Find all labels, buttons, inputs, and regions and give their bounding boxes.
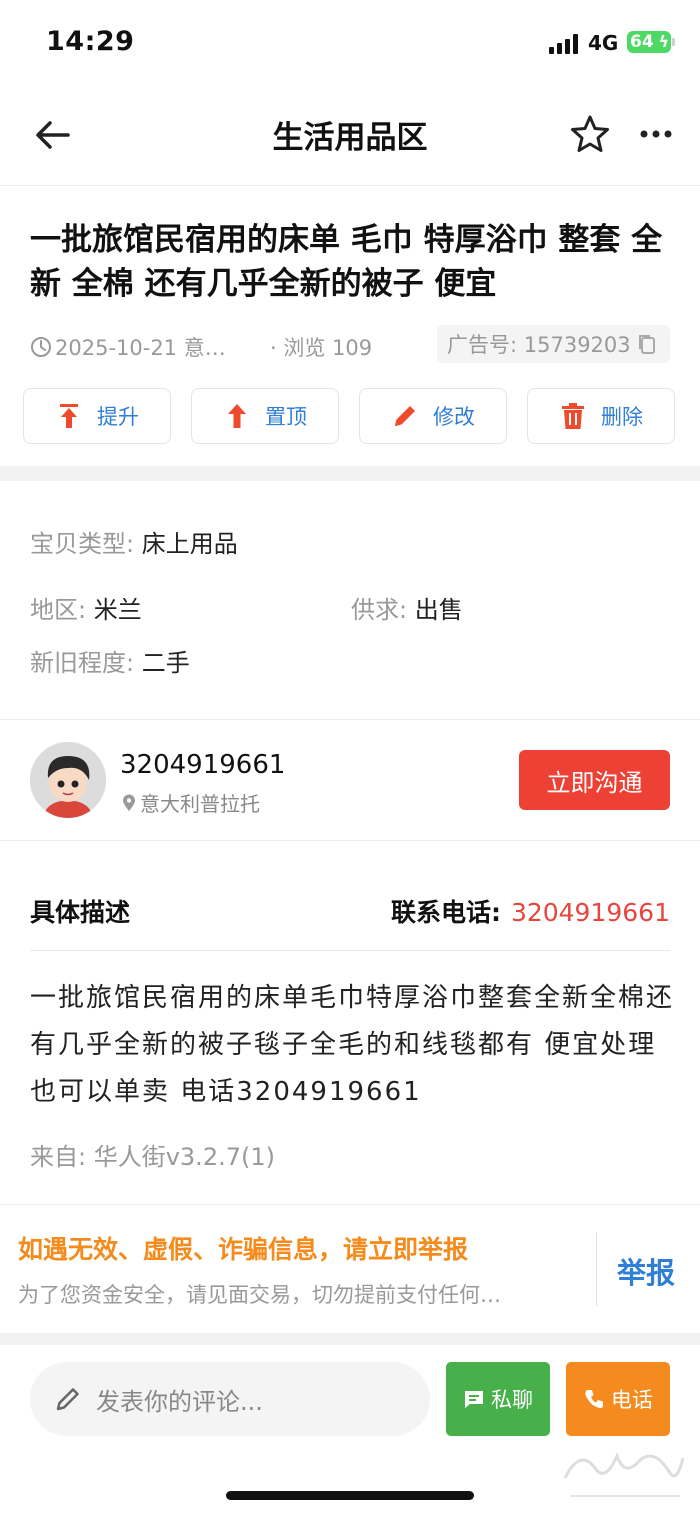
call-button[interactable]: 电话 [566, 1362, 670, 1436]
private-chat-label: 私聊 [491, 1388, 533, 1412]
trash-icon [562, 403, 584, 429]
attr-region-value: 米兰 [93, 596, 142, 624]
attr-supply-label: 供求: [351, 596, 408, 624]
location-pin-icon [123, 794, 135, 811]
comment-input[interactable]: 发表你的评论... [30, 1362, 430, 1436]
description-heading: 具体描述 [30, 898, 131, 927]
edit-button[interactable]: 修改 [359, 388, 507, 444]
divider [0, 1204, 700, 1205]
section-separator [0, 466, 700, 481]
chat-now-button[interactable]: 立即沟通 [519, 750, 670, 810]
pin-top-icon [228, 404, 246, 428]
attr-supply: 供求: 出售 [351, 590, 463, 625]
ad-number: 广告号: 15739203 [447, 333, 631, 357]
pin-top-label: 置顶 [265, 405, 307, 429]
safety-notice: 为了您资金安全，请见面交易，切勿提前支付任何… [18, 1283, 501, 1307]
report-divider [596, 1232, 597, 1306]
battery-icon: 64 ϟ [627, 31, 675, 53]
boost-label: 提升 [97, 405, 139, 429]
report-warning: 如遇无效、虚假、诈骗信息，请立即举报 [18, 1235, 469, 1264]
copy-icon[interactable] [637, 333, 657, 355]
favorite-star-icon[interactable] [568, 112, 612, 156]
ad-number-box[interactable]: 广告号: 15739203 [437, 325, 670, 363]
boost-icon [60, 404, 78, 428]
seller-location: 意大利普拉托 [122, 788, 260, 817]
post-date-text: 2025-10-21 意… [55, 336, 226, 360]
attr-type-label: 宝贝类型: [30, 530, 135, 558]
header-divider [0, 185, 700, 186]
charging-icon: ϟ [658, 32, 669, 51]
attr-supply-value: 出售 [414, 596, 463, 624]
message-icon [465, 1391, 483, 1408]
comment-placeholder: 发表你的评论... [96, 1387, 263, 1416]
pin-top-button[interactable]: 置顶 [191, 388, 339, 444]
attr-region: 地区: 米兰 [30, 590, 142, 625]
attr-region-label: 地区: [30, 596, 87, 624]
attr-condition-value: 二手 [141, 649, 190, 677]
delete-label: 删除 [601, 405, 643, 429]
seller-name[interactable]: 3204919661 [120, 750, 285, 780]
post-date: 2025-10-21 意… [30, 332, 226, 362]
divider [0, 840, 700, 841]
post-title: 一批旅馆民宿用的床单 毛巾 特厚浴巾 整套 全新 全棉 还有几乎全新的被子 便宜 [30, 222, 663, 302]
attr-condition-label: 新旧程度: [30, 649, 135, 677]
home-indicator [226, 1491, 474, 1500]
app-source: 来自: 华人街v3.2.7(1) [30, 1143, 275, 1171]
attr-type: 宝贝类型: 床上用品 [30, 524, 238, 559]
avatar[interactable] [30, 742, 106, 818]
pencil-icon [395, 406, 415, 426]
watermark-logo [563, 1451, 685, 1497]
clock-icon [31, 337, 51, 357]
signal-icon [549, 34, 578, 54]
status-time: 14:29 [46, 26, 135, 57]
pencil-icon [56, 1388, 79, 1411]
edit-label: 修改 [433, 405, 475, 429]
section-separator [0, 1333, 700, 1345]
private-chat-button[interactable]: 私聊 [446, 1362, 550, 1436]
attr-condition: 新旧程度: 二手 [30, 643, 190, 678]
view-count: · 浏览 109 [270, 336, 373, 360]
contact-phone-number[interactable]: 3204919661 [511, 898, 670, 927]
attr-type-value: 床上用品 [141, 530, 238, 558]
contact-phone: 联系电话: 3204919661 [330, 893, 670, 929]
seller-location-text: 意大利普拉托 [140, 792, 260, 816]
battery-level: 64 [630, 32, 654, 52]
call-label: 电话 [611, 1388, 653, 1412]
report-button[interactable]: 举报 [617, 1250, 675, 1292]
post-meta: 2025-10-21 意… · 浏览 109 广告号: 15739203 [30, 325, 670, 363]
contact-phone-label: 联系电话: [390, 898, 501, 927]
boost-button[interactable]: 提升 [23, 388, 171, 444]
delete-button[interactable]: 删除 [527, 388, 675, 444]
more-dots-icon[interactable] [634, 112, 678, 156]
network-type: 4G [588, 31, 619, 55]
description-text: 一批旅馆民宿用的床单毛巾特厚浴巾整套全新全棉还有几乎全新的被子毯子全毛的和线毯都… [30, 983, 675, 1107]
phone-icon [585, 1390, 603, 1408]
divider [0, 719, 700, 720]
description-divider [30, 950, 670, 951]
